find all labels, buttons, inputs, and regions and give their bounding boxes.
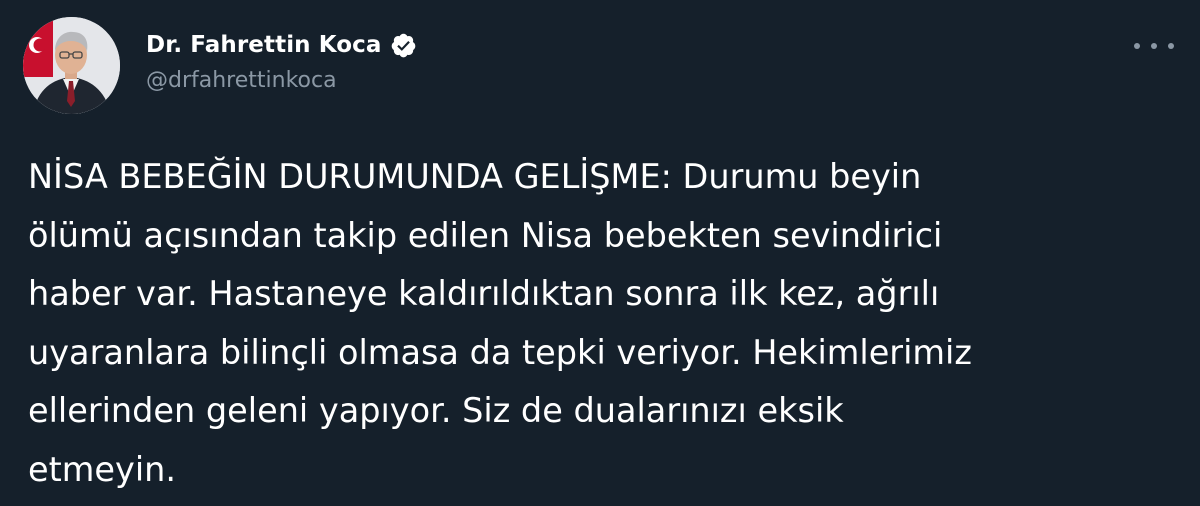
avatar[interactable] (23, 17, 120, 114)
more-horizontal-icon[interactable] (1134, 36, 1174, 56)
avatar-photo (23, 17, 120, 114)
verified-badge-icon (390, 32, 417, 59)
tweet-card: Dr. Fahrettin Koca @drfahrettinkoca NİSA… (0, 0, 1200, 506)
more-dot (1134, 43, 1140, 49)
author-display-name[interactable]: Dr. Fahrettin Koca (146, 32, 382, 58)
tweet-text: NİSA BEBEĞİN DURUMUNDA GELİŞME: Durumu b… (28, 157, 972, 489)
more-dot (1151, 43, 1157, 49)
tweet-header: Dr. Fahrettin Koca @drfahrettinkoca (146, 28, 417, 93)
more-dot (1168, 43, 1174, 49)
name-row: Dr. Fahrettin Koca (146, 28, 417, 62)
author-handle[interactable]: @drfahrettinkoca (146, 68, 417, 93)
